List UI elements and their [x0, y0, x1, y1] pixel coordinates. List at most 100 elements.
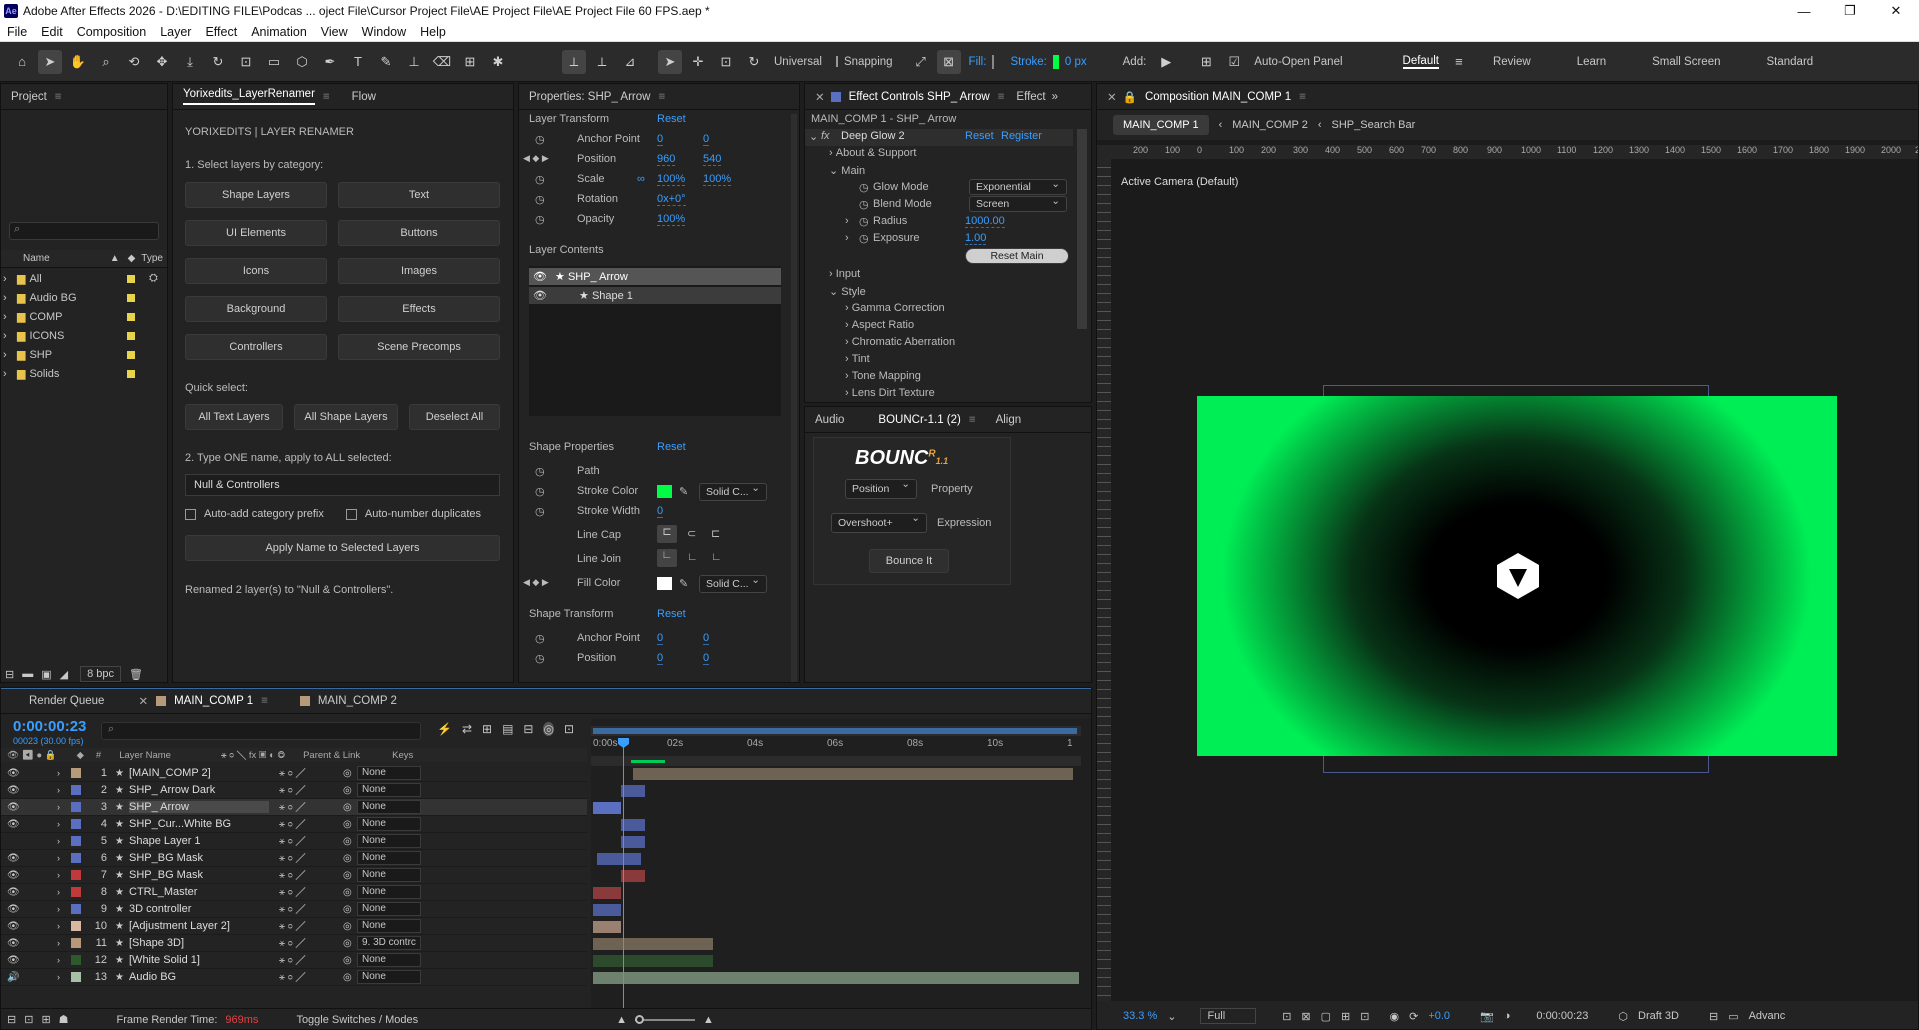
all-text-layers-button[interactable]: All Text Layers — [185, 404, 283, 430]
layer-duration-bar[interactable] — [621, 785, 645, 797]
puppet-pin-icon[interactable]: ✱ — [486, 50, 510, 74]
workspace-standard[interactable]: Standard — [1767, 56, 1814, 68]
timeline-layer-row[interactable]: 👁 › 10 ★ [Adjustment Layer 2] ⚹ ⚬ ╱ ◎ None — [1, 918, 587, 935]
stopwatch-icon[interactable]: ◷ — [859, 198, 869, 211]
menu-file[interactable]: File — [0, 25, 34, 39]
icons-button[interactable]: Icons — [185, 258, 327, 284]
move-icon[interactable]: ✛ — [686, 50, 710, 74]
layer-duration-bar[interactable] — [593, 972, 1079, 984]
project-folder[interactable]: › ▆ ICONS — [1, 327, 167, 344]
timeline-layer-row[interactable]: 👁 › 1 ★ [MAIN_COMP 2] ⚹ ⚬ ╱ ◎ None — [1, 765, 587, 782]
stopwatch-icon[interactable]: ◷ — [535, 632, 545, 645]
tab-align[interactable]: Align — [996, 414, 1022, 426]
fill-swatch[interactable] — [992, 54, 995, 69]
pickwhip-icon[interactable]: ◎ — [343, 836, 352, 847]
timeline-search-input[interactable]: ⌕ — [101, 722, 421, 740]
layer-switches[interactable]: ⚹ ⚬ ╱ — [279, 955, 306, 966]
expand-icon[interactable]: › — [57, 819, 60, 829]
shape-anchor-y[interactable]: 0 — [703, 632, 710, 645]
apply-name-button[interactable]: Apply Name to Selected Layers — [185, 535, 500, 561]
time-ruler[interactable]: 0:00s 02s 04s 06s 08s 10s 1 — [591, 738, 1081, 754]
keys-header[interactable]: Keys — [392, 750, 413, 761]
scale-y-value[interactable]: 100% — [703, 173, 732, 186]
timeline-layer-row[interactable]: 👁 › 6 ★ SHP_BG Mask ⚹ ⚬ ╱ ◎ None — [1, 850, 587, 867]
exposure-value[interactable]: +0.0 — [1428, 1010, 1450, 1022]
rectangle-tool-icon[interactable]: ▭ — [262, 50, 286, 74]
anchor-x-value[interactable]: 0 — [657, 133, 664, 146]
timeline-layer-row[interactable]: 👁 › 12 ★ [White Solid 1] ⚹ ⚬ ╱ ◎ None — [1, 952, 587, 969]
draft-icon[interactable]: ⊡ — [564, 722, 574, 736]
pickwhip-icon[interactable]: ◎ — [343, 887, 352, 898]
visibility-icon[interactable]: 👁 — [7, 768, 20, 779]
label-tag-icon[interactable]: ◆ — [77, 750, 84, 761]
input-group[interactable]: › Input — [829, 268, 860, 280]
panel-overflow-icon[interactable]: » — [1052, 91, 1058, 103]
pickwhip-icon[interactable]: ◎ — [343, 921, 352, 932]
layer-switches[interactable]: ⚹ ⚬ ╱ — [279, 853, 306, 864]
layer-name[interactable]: SHP_Cur...White BG — [129, 818, 269, 830]
renderer-icon[interactable]: ⬡ — [1618, 1010, 1628, 1023]
timeline-layer-row[interactable]: 👁 › 3 ★ SHP_ Arrow ⚹ ⚬ ╱ ◎ None — [1, 799, 587, 816]
menu-effect[interactable]: Effect — [198, 25, 244, 39]
composition-title[interactable]: Composition MAIN_COMP 1 — [1145, 91, 1291, 103]
layer-duration-bar[interactable] — [597, 853, 641, 865]
parent-dropdown[interactable]: None — [357, 834, 421, 848]
label-color-swatch[interactable] — [71, 972, 81, 982]
layer-switches[interactable]: ⚹ ⚬ ╱ — [279, 887, 306, 898]
pickwhip-icon[interactable]: ◎ — [343, 904, 352, 915]
motion-blur-icon[interactable]: ⊟ — [523, 722, 533, 736]
bounce-it-button[interactable]: Bounce It — [869, 549, 949, 573]
comp-tab-searchbar[interactable]: SHP_Search Bar — [1332, 119, 1416, 131]
timeline-timecode[interactable]: 0:00:00:23 — [13, 718, 86, 735]
layer-duration-bar[interactable] — [633, 768, 1073, 780]
label-color-swatch[interactable] — [71, 887, 81, 897]
stopwatch-icon[interactable]: ◷ — [535, 193, 545, 206]
stopwatch-icon[interactable]: ◷ — [535, 485, 545, 498]
stopwatch-icon[interactable]: ◷ — [859, 232, 869, 245]
auto-prefix-checkbox[interactable] — [185, 508, 196, 520]
main-group[interactable]: ⌄ Main — [829, 164, 865, 177]
miter-join-icon[interactable]: ∟ — [657, 549, 677, 567]
shape-anchor-x[interactable]: 0 — [657, 632, 664, 645]
properties-title[interactable]: Properties: SHP_ Arrow — [529, 91, 650, 103]
visibility-icon[interactable]: 👁 — [7, 802, 20, 813]
visibility-icon[interactable]: 👁 — [7, 904, 20, 915]
bevel-join-icon[interactable]: ∟ — [711, 551, 722, 563]
keyframe-nav-icon[interactable]: ◀ ◆ ▶ — [523, 577, 549, 588]
layer-name[interactable]: 3D controller — [129, 903, 269, 915]
expand-icon[interactable]: › — [57, 972, 60, 982]
property-dropdown[interactable]: Position — [845, 478, 917, 499]
reset-exposure-icon[interactable]: ⟳ — [1409, 1010, 1418, 1023]
projecting-cap-icon[interactable]: ⊏ — [711, 527, 720, 540]
pan-camera-icon[interactable]: ✥ — [150, 50, 174, 74]
expression-dropdown[interactable]: Overshoot+ — [831, 512, 927, 533]
zoom-out-icon[interactable]: ▲ — [616, 1014, 627, 1026]
close-tab-icon[interactable]: ✕ — [138, 694, 148, 708]
images-button[interactable]: Images — [338, 258, 500, 284]
pickwhip-icon[interactable]: ◎ — [343, 785, 352, 796]
visibility-icon[interactable]: 👁 — [7, 853, 20, 864]
visibility-icon[interactable]: 👁 — [7, 870, 20, 881]
parent-dropdown[interactable]: None — [357, 970, 421, 984]
layer-name-header[interactable]: Layer Name — [119, 750, 171, 761]
tab-effect[interactable]: Effect — [1016, 91, 1045, 103]
comp-flowchart-icon[interactable]: ⊟ — [7, 1013, 16, 1026]
bouncr-menu-icon[interactable]: ≡ — [969, 414, 976, 426]
visibility-icon[interactable]: 👁 — [7, 887, 20, 898]
all-shape-layers-button[interactable]: All Shape Layers — [294, 404, 398, 430]
axis-view-icon[interactable]: ⊿ — [618, 50, 642, 74]
pickwhip-icon[interactable]: ◎ — [343, 768, 352, 779]
anchor-y-value[interactable]: 0 — [703, 133, 710, 146]
blend-mode-dropdown[interactable]: Screen — [969, 195, 1067, 212]
rotation-tool-icon[interactable]: ↻ — [206, 50, 230, 74]
project-folder[interactable]: › ▆ COMP — [1, 308, 167, 325]
layer-name-input[interactable]: Null & Controllers — [185, 474, 500, 496]
label-color-swatch[interactable] — [71, 768, 81, 778]
layer-name[interactable]: [MAIN_COMP 2] — [129, 767, 269, 779]
effect-reset[interactable]: Reset — [965, 130, 994, 142]
style-item[interactable]: › Gamma Correction — [845, 302, 945, 314]
timeline-layer-row[interactable]: 👁 › 9 ★ 3D controller ⚹ ⚬ ╱ ◎ None — [1, 901, 587, 918]
fill-color-swatch[interactable] — [657, 577, 672, 590]
label-tag-icon[interactable]: ◆ — [128, 253, 136, 264]
resolution-dropdown[interactable]: Full — [1200, 1008, 1257, 1024]
